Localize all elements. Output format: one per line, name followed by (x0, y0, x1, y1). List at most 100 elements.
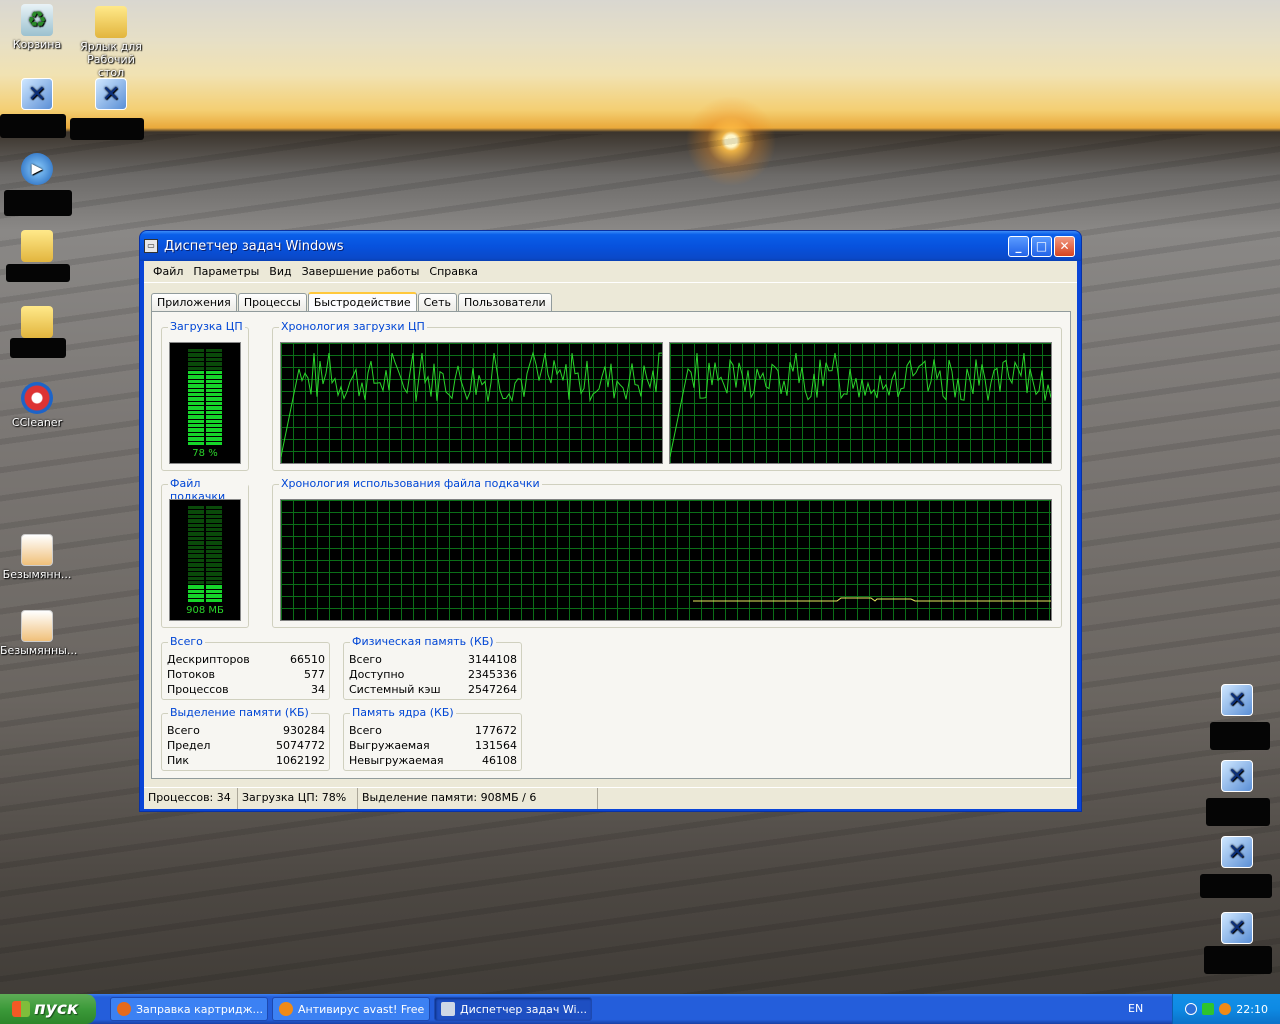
taskbar-button-task-manager[interactable]: Диспетчер задач Wi... (434, 997, 592, 1021)
stat-key: Всего (167, 724, 200, 737)
pagefile-value: 908 МБ (186, 605, 224, 616)
title-bar[interactable]: ▭ Диспетчер задач Windows _ □ ✕ (140, 231, 1081, 261)
tab-processes[interactable]: Процессы (237, 293, 307, 311)
close-button[interactable]: ✕ (1054, 235, 1075, 257)
tab-applications[interactable]: Приложения (151, 293, 237, 311)
desktop-icon-recycle-bin[interactable]: ♻ Корзина (0, 4, 74, 51)
desktop-icon-label: CCleaner (11, 416, 63, 429)
network-icon[interactable] (1202, 1003, 1215, 1015)
status-cpu: Загрузка ЦП: 78% (238, 788, 358, 809)
show-hidden-icons-icon[interactable] (1185, 1003, 1198, 1015)
meter-segment (188, 371, 222, 375)
cpu-usage-meter: 78 % (169, 342, 241, 464)
redacted-label (1206, 798, 1270, 826)
tab-networking[interactable]: Сеть (417, 293, 457, 311)
desktop-icon-redacted[interactable]: ✕ (1200, 836, 1274, 870)
tab-performance[interactable]: Быстродействие (307, 292, 417, 312)
system-tray: 22:10 (1172, 994, 1280, 1024)
stat-value: 2547264 (468, 683, 517, 696)
desktop-icon-redacted[interactable]: ✕ (1200, 760, 1274, 794)
totals-group: Всего Дескрипторов 66510 Потоков 577 Проце… (161, 635, 330, 700)
task-label: Заправка картридж... (136, 1002, 263, 1016)
commit-charge-label: Выделение памяти (КБ) (168, 706, 311, 719)
minimize-button[interactable]: _ (1008, 235, 1029, 257)
app-x-icon: ✕ (1221, 836, 1253, 868)
desktop-icon-redacted[interactable]: ✕ (1200, 912, 1274, 946)
avast-tray-icon[interactable] (1219, 1003, 1232, 1015)
meter-segment (188, 415, 222, 419)
media-player-icon: ▶ (21, 153, 53, 185)
totals-label: Всего (168, 635, 205, 648)
pagefile-group: Файл подкачки 908 МБ (161, 477, 249, 628)
meter-segment (188, 397, 222, 401)
stat-value: 5074772 (276, 739, 325, 752)
app-x-icon: ✕ (1221, 684, 1253, 716)
stat-value: 66510 (290, 653, 325, 666)
cpu-usage-value: 78 % (192, 448, 218, 459)
menu-file[interactable]: Файл (148, 265, 188, 278)
meter-segment (188, 576, 222, 580)
clock[interactable]: 22:10 (1236, 1003, 1268, 1016)
desktop-icon-image-1[interactable]: Безымянн... (0, 534, 74, 581)
meter-segment (188, 585, 222, 589)
desktop-icon-folder-shortcut[interactable]: Ярлык для Рабочий стол (74, 6, 148, 79)
meter-segment (188, 523, 222, 528)
status-empty (598, 788, 1077, 809)
folder-shortcut-icon (95, 6, 127, 38)
pagefile-meter: 908 МБ (169, 499, 241, 621)
stat-value: 131564 (475, 739, 517, 752)
meter-segment (188, 406, 222, 410)
menu-options[interactable]: Параметры (188, 265, 264, 278)
stat-key: Невыгружаемая (349, 754, 444, 767)
meter-segment (188, 594, 222, 598)
language-indicator[interactable]: EN (1128, 1002, 1143, 1015)
physical-memory-label: Физическая память (КБ) (350, 635, 496, 648)
stat-key: Всего (349, 653, 382, 666)
desktop-icon-redacted-folder[interactable] (0, 230, 74, 264)
menu-help[interactable]: Справка (424, 265, 482, 278)
desktop-icon-redacted[interactable]: ✕ (1200, 684, 1274, 718)
status-commit: Выделение памяти: 908МБ / 6 (358, 788, 598, 809)
cpu-history-graph-core-1 (280, 342, 663, 464)
pagefile-history-label: Хронология использования файла подкачки (279, 477, 542, 490)
stat-value: 1062192 (276, 754, 325, 767)
meter-segment (188, 419, 222, 423)
redacted-label (1210, 722, 1270, 750)
menu-shutdown[interactable]: Завершение работы (297, 265, 425, 278)
taskbar-button-firefox[interactable]: Заправка картридж... (110, 997, 268, 1021)
meter-segment (188, 519, 222, 523)
physical-memory-table: Всего 3144108 Доступно 2345336 Системный к… (349, 652, 517, 697)
redacted-label (1204, 946, 1272, 974)
taskbar-button-avast[interactable]: Антивирус avast! Free (272, 997, 430, 1021)
task-manager-window: ▭ Диспетчер задач Windows _ □ ✕ Файл Пар… (139, 230, 1082, 812)
tab-users[interactable]: Пользователи (457, 293, 552, 311)
meter-segment (188, 506, 222, 510)
menu-view[interactable]: Вид (264, 265, 296, 278)
cpu-usage-group: Загрузка ЦП 78 % (161, 320, 249, 471)
tab-strip: Приложения Процессы Быстродействие Сеть … (151, 291, 553, 312)
menu-bar: Файл Параметры Вид Завершение работы Спр… (144, 261, 1077, 283)
commit-charge-table: Всего 930284 Предел 5074772 Пик 1062192 (167, 723, 325, 768)
cpu-history-label: Хронология загрузки ЦП (279, 320, 427, 333)
meter-segment (188, 393, 222, 397)
desktop-icon-redacted-folder[interactable] (0, 306, 74, 340)
meter-segment (188, 563, 222, 567)
meter-segment (188, 532, 222, 536)
cpu-history-line (281, 351, 662, 457)
app-x-icon: ✕ (95, 78, 127, 110)
desktop-icon-ccleaner[interactable]: CCleaner (0, 382, 74, 429)
desktop-icon-image-2[interactable]: Безымянны... (0, 610, 77, 657)
start-button[interactable]: пуск (0, 994, 96, 1024)
desktop-icon-redacted[interactable]: ▶ (0, 153, 74, 187)
meter-segment (188, 349, 222, 353)
kernel-memory-table: Всего 177672 Выгружаемая 131564 Невыгружае… (349, 723, 517, 768)
maximize-button[interactable]: □ (1031, 235, 1052, 257)
stat-value: 930284 (283, 724, 325, 737)
desktop-icon-redacted[interactable]: ✕ (74, 78, 148, 112)
meter-segment (188, 528, 222, 532)
meter-segment (188, 375, 222, 379)
meter-segment (188, 428, 222, 432)
desktop-icon-redacted[interactable]: ✕ (0, 78, 74, 112)
cpu-history-line (670, 353, 1051, 457)
meter-segment (188, 357, 222, 362)
